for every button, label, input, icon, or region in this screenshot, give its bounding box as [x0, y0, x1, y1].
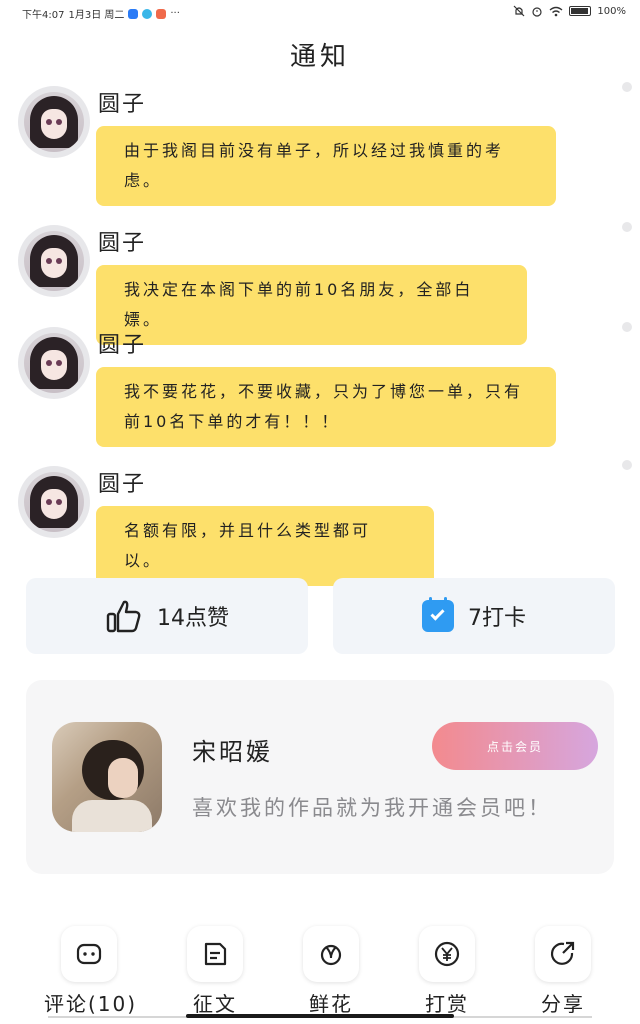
share-icon [550, 941, 575, 965]
status-right: 100% [513, 5, 626, 17]
message-bubble: 名额有限，并且什么类型都可以。 [96, 506, 434, 586]
status-bar: 下午4:07 1月3日 周二 ··· 100% [0, 0, 640, 24]
message-bubble: 我决定在本阁下单的前10名朋友，全部白嫖。 [96, 265, 527, 345]
sender-name: 圆子 [98, 472, 147, 497]
scroll-indicator [622, 322, 632, 332]
sender-name: 圆子 [98, 333, 147, 358]
tab-label: 评论(10) [44, 992, 138, 1016]
like-button[interactable]: 14点赞 [26, 578, 308, 654]
tab-label: 打赏 [425, 992, 469, 1016]
app-notification-icon [142, 8, 153, 19]
tab-flower[interactable]: 鲜花 [286, 926, 376, 1017]
message-bubble: 由于我阁目前没有单子，所以经过我慎重的考虑。 [96, 126, 556, 206]
message-bubble: 我不要花花，不要收藏，只为了博您一单，只有前10名下单的才有！！！ [96, 367, 556, 447]
more-notifications-icon: ··· [170, 8, 180, 19]
alarm-icon [532, 7, 543, 17]
tab-label: 征文 [193, 992, 237, 1016]
tab-icon-wrap [187, 926, 243, 982]
tab-label: 鲜花 [309, 992, 353, 1016]
sender-name: 圆子 [98, 231, 147, 256]
flower-icon [320, 944, 342, 966]
app-notification-icon [156, 8, 167, 19]
checkin-button[interactable]: 7打卡 [333, 578, 615, 654]
battery-level: 100% [597, 5, 626, 17]
mute-bell-icon [513, 5, 525, 17]
status-date: 1月3日 周二 [68, 10, 125, 21]
membership-pitch: 喜欢我的作品就为我开通会员吧！ [192, 796, 552, 820]
tab-icon-wrap [419, 926, 475, 982]
checkin-count: 7打卡 [468, 606, 526, 631]
tab-icon-wrap [535, 926, 591, 982]
scroll-indicator [622, 222, 632, 232]
tab-essay[interactable]: 征文 [170, 926, 260, 1017]
like-count: 14点赞 [157, 606, 229, 631]
member-card: 宋昭媛 喜欢我的作品就为我开通会员吧！ 点击会员 [26, 680, 614, 874]
essay-icon [204, 942, 227, 966]
avatar[interactable] [18, 225, 90, 297]
comment-icon [76, 943, 102, 965]
tab-label: 分享 [541, 992, 585, 1016]
tab-icon-wrap [303, 926, 359, 982]
tab-icon-wrap [61, 926, 117, 982]
calendar-check-icon [422, 597, 454, 632]
tab-reward[interactable]: 打赏 [402, 926, 492, 1017]
become-member-button[interactable]: 点击会员 [432, 722, 598, 770]
avatar[interactable] [18, 86, 90, 158]
tab-share[interactable]: 分享 [518, 926, 608, 1017]
home-indicator[interactable] [186, 1014, 454, 1018]
avatar[interactable] [18, 327, 90, 399]
thumbs-up-icon [106, 600, 141, 633]
tab-comment[interactable]: 评论(10) [44, 926, 138, 1017]
page-title: 通知 [289, 42, 350, 72]
wifi-icon [549, 6, 563, 16]
yuan-icon [434, 941, 460, 967]
sender-name: 圆子 [98, 92, 147, 117]
author-name: 宋昭媛 [192, 738, 273, 766]
app-notification-icon [128, 8, 139, 19]
status-time: 下午4:07 [22, 10, 65, 21]
scroll-indicator [622, 460, 632, 470]
battery-icon [569, 6, 592, 16]
status-left: 下午4:07 1月3日 周二 ··· [22, 6, 180, 21]
author-avatar[interactable] [52, 722, 162, 832]
avatar[interactable] [18, 466, 90, 538]
scroll-indicator [622, 82, 632, 92]
